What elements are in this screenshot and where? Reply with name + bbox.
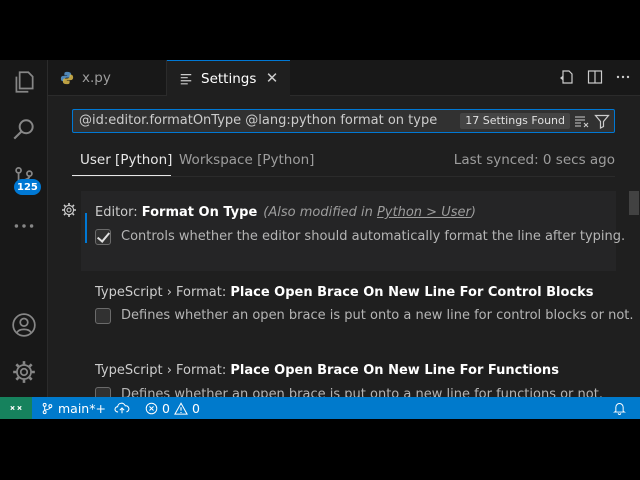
- setting-description: Defines whether an open brace is put ont…: [121, 308, 634, 323]
- settings-search-input[interactable]: @id:editor.formatOnType @lang:python for…: [72, 109, 615, 133]
- gear-icon: [12, 361, 35, 383]
- error-icon: [145, 402, 158, 414]
- setting-gear-icon[interactable]: [61, 202, 77, 218]
- search-query[interactable]: @id:editor.formatOnType @lang:python for…: [79, 110, 437, 132]
- problems-status[interactable]: 0 0: [145, 397, 200, 419]
- editor-tab-bar: x.py Settings ✕: [48, 60, 640, 96]
- editor-actions: [558, 68, 632, 86]
- open-file-icon: [560, 70, 573, 84]
- setting-title: TypeScript › Format: Place Open Brace On…: [95, 363, 559, 378]
- control-blocks-checkbox[interactable]: [95, 308, 111, 324]
- format-on-type-checkbox[interactable]: [95, 229, 111, 245]
- modified-suffix: ): [470, 205, 476, 220]
- git-branch-status[interactable]: main*+: [41, 397, 106, 419]
- clear-filter-icon[interactable]: [574, 113, 590, 129]
- divider: [72, 176, 615, 177]
- search-icon: [12, 119, 34, 140]
- split-editor-button[interactable]: [586, 68, 604, 86]
- tab-x-py[interactable]: x.py: [48, 60, 167, 95]
- status-bar: main*+ 0 0: [0, 397, 640, 419]
- modified-link[interactable]: Python > User: [377, 205, 471, 220]
- scrollbar-thumb[interactable]: [629, 191, 639, 215]
- filter-icon[interactable]: [594, 113, 610, 129]
- tab-label: Settings: [201, 70, 257, 87]
- modified-note: (Also modified in Python > User): [263, 205, 476, 220]
- tab-workspace-python[interactable]: Workspace [Python]: [179, 152, 314, 168]
- branch-name: main*+: [58, 400, 106, 416]
- last-synced-status: Last synced: 0 secs ago: [453, 152, 615, 168]
- accounts-button[interactable]: [0, 303, 47, 347]
- remote-icon: [10, 405, 22, 411]
- search-button[interactable]: [0, 108, 47, 152]
- tab-settings[interactable]: Settings ✕: [167, 60, 290, 96]
- more-views-button[interactable]: [0, 204, 47, 248]
- activity-bar: 125: [0, 60, 48, 397]
- letterbox-bottom: [0, 419, 640, 480]
- python-icon: [60, 71, 74, 84]
- split-editor-icon: [587, 70, 603, 84]
- ellipsis-icon: [616, 75, 630, 79]
- manage-button[interactable]: [0, 350, 47, 394]
- setting-title: TypeScript › Format: Place Open Brace On…: [95, 285, 594, 300]
- settings-lines-icon: [180, 73, 192, 84]
- tab-label: x.py: [82, 69, 111, 86]
- explorer-button[interactable]: [0, 60, 47, 104]
- modified-prefix: (Also modified in: [263, 205, 377, 220]
- more-actions-button[interactable]: [614, 68, 632, 86]
- git-branch-icon: [42, 402, 53, 414]
- vscode-window: 125 x.py Settings ✕ @id:editor.formatOnT…: [0, 60, 640, 419]
- close-icon[interactable]: ✕: [264, 69, 280, 87]
- setting-title: Editor: Format On Type (Also modified in …: [95, 205, 476, 220]
- account-icon: [11, 313, 36, 337]
- error-count: 0: [162, 400, 170, 416]
- setting-category: TypeScript › Format:: [95, 363, 231, 378]
- focus-indicator: [85, 213, 87, 243]
- tab-user-python[interactable]: User [Python]: [80, 152, 172, 168]
- ellipsis-icon: [14, 224, 33, 228]
- source-control-badge: 125: [14, 179, 41, 195]
- setting-name: Place Open Brace On New Line For Control…: [230, 285, 594, 300]
- warning-icon: [173, 401, 188, 415]
- setting-name: Format On Type: [141, 205, 258, 220]
- results-count-badge: 17 Settings Found: [460, 113, 570, 129]
- open-settings-json-button[interactable]: [558, 68, 576, 86]
- bell-icon: [613, 403, 626, 415]
- setting-category: Editor:: [95, 205, 142, 220]
- remote-indicator[interactable]: [0, 397, 32, 419]
- settings-scope-tabs: User [Python] Workspace [Python] Last sy…: [72, 144, 615, 176]
- setting-category: TypeScript › Format:: [95, 285, 231, 300]
- warning-count: 0: [191, 400, 200, 416]
- setting-ts-brace-control-blocks: TypeScript › Format: Place Open Brace On…: [81, 274, 634, 344]
- cloud-upload-icon: [114, 402, 130, 414]
- letterbox-top: [0, 0, 640, 60]
- files-icon: [15, 71, 34, 93]
- notifications-button[interactable]: [613, 397, 626, 419]
- setting-editor-format-on-type: Editor: Format On Type (Also modified in …: [81, 191, 625, 271]
- setting-description: Controls whether the editor should autom…: [121, 229, 626, 244]
- sync-button[interactable]: [114, 397, 130, 419]
- setting-name: Place Open Brace On New Line For Functio…: [230, 363, 559, 378]
